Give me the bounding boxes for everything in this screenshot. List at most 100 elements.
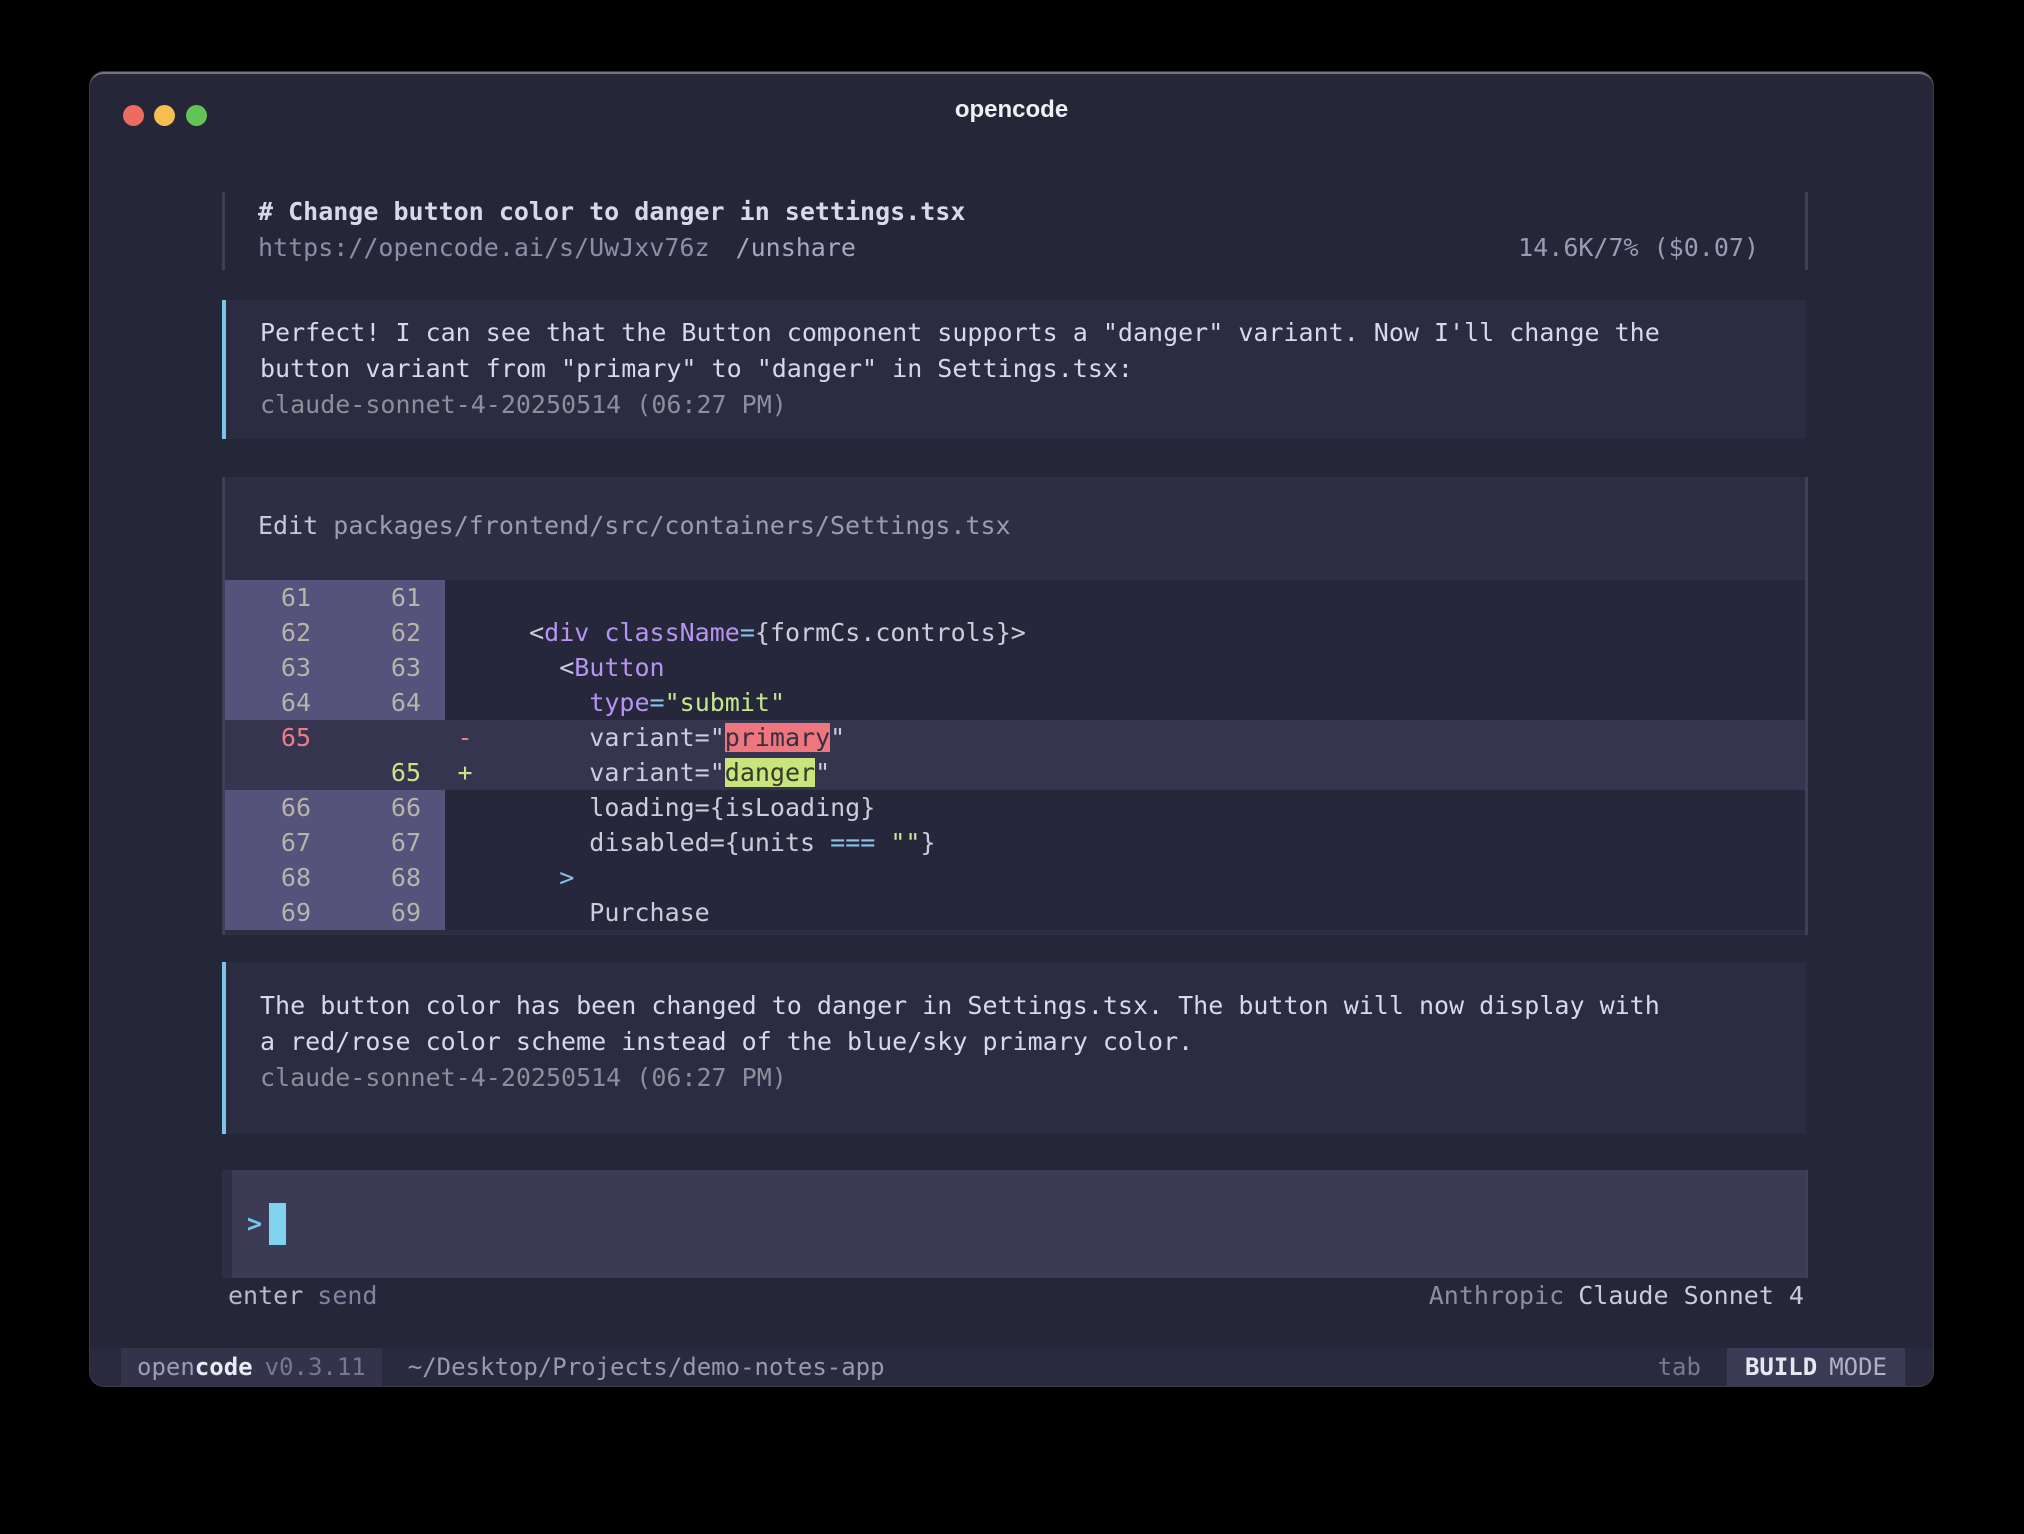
diff-line-number-new: 61 — [335, 580, 445, 615]
titlebar: opencode — [90, 74, 1933, 134]
diff-row: 6161 — [225, 580, 1805, 615]
diff-change-sign — [445, 860, 485, 895]
prompt-input[interactable]: > — [222, 1170, 1808, 1278]
provider-name: Anthropic — [1429, 1281, 1564, 1310]
diff-code-line: variant="primary" — [485, 720, 1805, 755]
code-token-plain: variant=" — [499, 723, 725, 752]
mode-secondary: MODE — [1829, 1353, 1887, 1381]
message-line: Perfect! I can see that the Button compo… — [260, 315, 1806, 351]
diff-code-line — [485, 580, 1805, 615]
code-token-plain: " — [830, 723, 845, 752]
code-token-plain: Purchase — [499, 898, 710, 927]
diff-row: 65+ variant="danger" — [225, 755, 1805, 790]
session-share-row: https://opencode.ai/s/UwJxv76z/unshare 1… — [258, 230, 1805, 266]
unshare-command[interactable]: /unshare — [736, 233, 856, 262]
diff-row: 6666 loading={isLoading} — [225, 790, 1805, 825]
tab-key-hint[interactable]: tab — [1658, 1353, 1701, 1381]
code-token-op: = — [650, 688, 665, 717]
message-line: a red/rose color scheme instead of the b… — [260, 1024, 1806, 1060]
diff-change-sign: - — [445, 720, 485, 755]
diff-change-sign — [445, 825, 485, 860]
message-model-meta: claude-sonnet-4-20250514 (06:27 PM) — [260, 1060, 1806, 1096]
working-directory: ~/Desktop/Projects/demo-notes-app — [408, 1353, 885, 1381]
diff-change-sign — [445, 650, 485, 685]
diff-line-number-old: 62 — [225, 615, 335, 650]
code-token-plain: loading={isLoading} — [499, 793, 875, 822]
hint-bar: entersend AnthropicClaude Sonnet 4 — [228, 1278, 1806, 1314]
window-title: opencode — [90, 96, 1933, 124]
diff-line-number-old: 66 — [225, 790, 335, 825]
diff-line-number-old: 67 — [225, 825, 335, 860]
diff-line-number-old: 61 — [225, 580, 335, 615]
code-token-string: "" — [890, 828, 920, 857]
diff-code-line: Purchase — [485, 895, 1805, 930]
code-token-op: === — [830, 828, 875, 857]
diff-change-sign: + — [445, 755, 485, 790]
diff-change-sign — [445, 580, 485, 615]
code-token-plain: < — [499, 618, 544, 647]
code-token-del-word: primary — [725, 723, 830, 752]
message-line: The button color has been changed to dan… — [260, 988, 1806, 1024]
diff-code-line: disabled={units === ""} — [485, 825, 1805, 860]
code-token-plain: " — [815, 758, 830, 787]
assistant-message: The button color has been changed to dan… — [222, 962, 1806, 1134]
model-name: Claude Sonnet 4 — [1578, 1281, 1804, 1310]
diff-line-number-new: 65 — [335, 755, 445, 790]
diff-change-sign — [445, 615, 485, 650]
message-model-meta: claude-sonnet-4-20250514 (06:27 PM) — [260, 387, 1806, 423]
code-token-plain: variant=" — [499, 758, 725, 787]
diff-line-number-new: 66 — [335, 790, 445, 825]
diff-line-number-old: 69 — [225, 895, 335, 930]
diff-line-number-new — [335, 720, 445, 755]
diff-row: 6767 disabled={units === ""} — [225, 825, 1805, 860]
diff-line-number-new: 69 — [335, 895, 445, 930]
mode-primary: BUILD — [1745, 1353, 1817, 1381]
code-token-string: "submit" — [665, 688, 785, 717]
diff-code-line: > — [485, 860, 1805, 895]
edit-file-path: packages/frontend/src/containers/Setting… — [333, 511, 1010, 540]
code-token-add-word: danger — [725, 758, 815, 787]
diff-change-sign — [445, 685, 485, 720]
diff-row: 6868 > — [225, 860, 1805, 895]
diff-row: 6262 <div className={formCs.controls}> — [225, 615, 1805, 650]
edit-tool-label: Edit — [258, 511, 318, 540]
diff-row: 65- variant="primary" — [225, 720, 1805, 755]
code-token-plain — [589, 618, 604, 647]
assistant-message: Perfect! I can see that the Button compo… — [222, 300, 1806, 439]
message-line: button variant from "primary" to "danger… — [260, 351, 1806, 387]
token-usage: 14.6K/7% ($0.07) — [1518, 230, 1759, 266]
code-token-plain — [499, 863, 559, 892]
code-token-plain: } — [920, 828, 935, 857]
diff-row: 6464 type="submit" — [225, 685, 1805, 720]
code-token-plain: {formCs.controls}> — [755, 618, 1026, 647]
app-version-badge: opencode v0.3.11 — [121, 1348, 382, 1386]
diff-code-line: <Button — [485, 650, 1805, 685]
app-name-code: code — [195, 1353, 253, 1381]
diff-change-sign — [445, 895, 485, 930]
diff-code-line: type="submit" — [485, 685, 1805, 720]
session-title: # Change button color to danger in setti… — [258, 194, 1805, 230]
app-version: v0.3.11 — [265, 1353, 366, 1381]
diff-line-number-new: 62 — [335, 615, 445, 650]
app-name-open: open — [137, 1353, 195, 1381]
code-token-op: = — [740, 618, 755, 647]
diff-line-number-new: 64 — [335, 685, 445, 720]
mode-badge: BUILD MODE — [1727, 1348, 1905, 1386]
diff-line-number-old: 63 — [225, 650, 335, 685]
share-url-link[interactable]: https://opencode.ai/s/UwJxv76z — [258, 233, 710, 262]
code-token-plain — [499, 688, 589, 717]
diff-line-number-new: 63 — [335, 650, 445, 685]
model-info: Anthropic Claude Sonnet 4 — [1429, 1278, 1804, 1314]
diff-line-number-old: 68 — [225, 860, 335, 895]
text-cursor — [269, 1203, 286, 1245]
code-token-plain: < — [499, 653, 574, 682]
diff-line-number-old: 64 — [225, 685, 335, 720]
enter-key-hint: enter — [228, 1281, 303, 1310]
code-token-plain — [875, 828, 890, 857]
diff-row: 6969 Purchase — [225, 895, 1805, 930]
code-token-plain: disabled={units — [499, 828, 830, 857]
diff-code-line: <div className={formCs.controls}> — [485, 615, 1805, 650]
diff-change-sign — [445, 790, 485, 825]
diff-code-line: variant="danger" — [485, 755, 1805, 790]
diff-view: 61616262 <div className={formCs.controls… — [225, 580, 1805, 930]
